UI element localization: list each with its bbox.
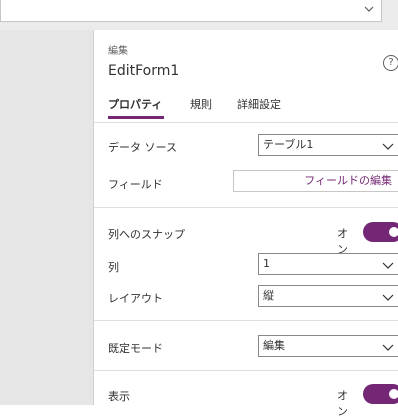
chevron-down-icon — [382, 262, 394, 269]
help-icon[interactable]: ? — [383, 55, 398, 71]
data-source-value: テーブル1 — [263, 138, 314, 151]
toggle-knob — [389, 389, 398, 399]
default-mode-label: 既定モード — [108, 342, 163, 355]
fields-label: フィールド — [108, 178, 163, 191]
data-source-label: データ ソース — [108, 141, 177, 154]
chevron-down-icon — [382, 344, 394, 351]
chevron-down-icon — [382, 143, 394, 150]
visible-label: 表示 — [108, 390, 130, 403]
toggle-knob — [389, 227, 398, 237]
edit-fields-button[interactable]: フィールドの編集 — [233, 170, 398, 192]
snap-to-columns-label: 列へのスナップ — [108, 228, 185, 241]
top-dropdown[interactable] — [0, 0, 382, 22]
chevron-down-icon — [382, 294, 394, 301]
divider — [94, 370, 398, 371]
top-bar — [0, 0, 398, 30]
visible-state: オン — [337, 389, 348, 418]
default-mode-select[interactable]: 編集 — [258, 335, 398, 357]
layout-select[interactable]: 縦 — [258, 285, 398, 307]
left-pane — [0, 30, 93, 405]
tab-advanced[interactable]: 詳細設定 — [237, 96, 281, 112]
default-mode-value: 編集 — [263, 339, 285, 352]
divider — [94, 207, 398, 208]
tab-rules[interactable]: 規則 — [190, 96, 212, 112]
control-name: EditForm1 — [108, 63, 180, 79]
columns-label: 列 — [108, 261, 119, 274]
visible-toggle[interactable] — [363, 384, 398, 404]
data-source-select[interactable]: テーブル1 — [258, 134, 398, 156]
divider — [94, 122, 398, 123]
properties-panel: 編集 EditForm1 ? プロパティ 規則 詳細設定 データ ソース テーブ… — [94, 30, 398, 418]
columns-value: 1 — [263, 257, 270, 270]
chevron-down-icon — [364, 6, 374, 12]
layout-label: レイアウト — [108, 292, 163, 305]
divider — [94, 320, 398, 321]
columns-select[interactable]: 1 — [258, 253, 398, 275]
control-type-label: 編集 — [108, 46, 128, 57]
snap-to-columns-toggle[interactable] — [363, 222, 398, 242]
tab-properties[interactable]: プロパティ — [108, 96, 162, 112]
layout-value: 縦 — [263, 289, 274, 302]
active-tab-indicator — [108, 116, 164, 119]
